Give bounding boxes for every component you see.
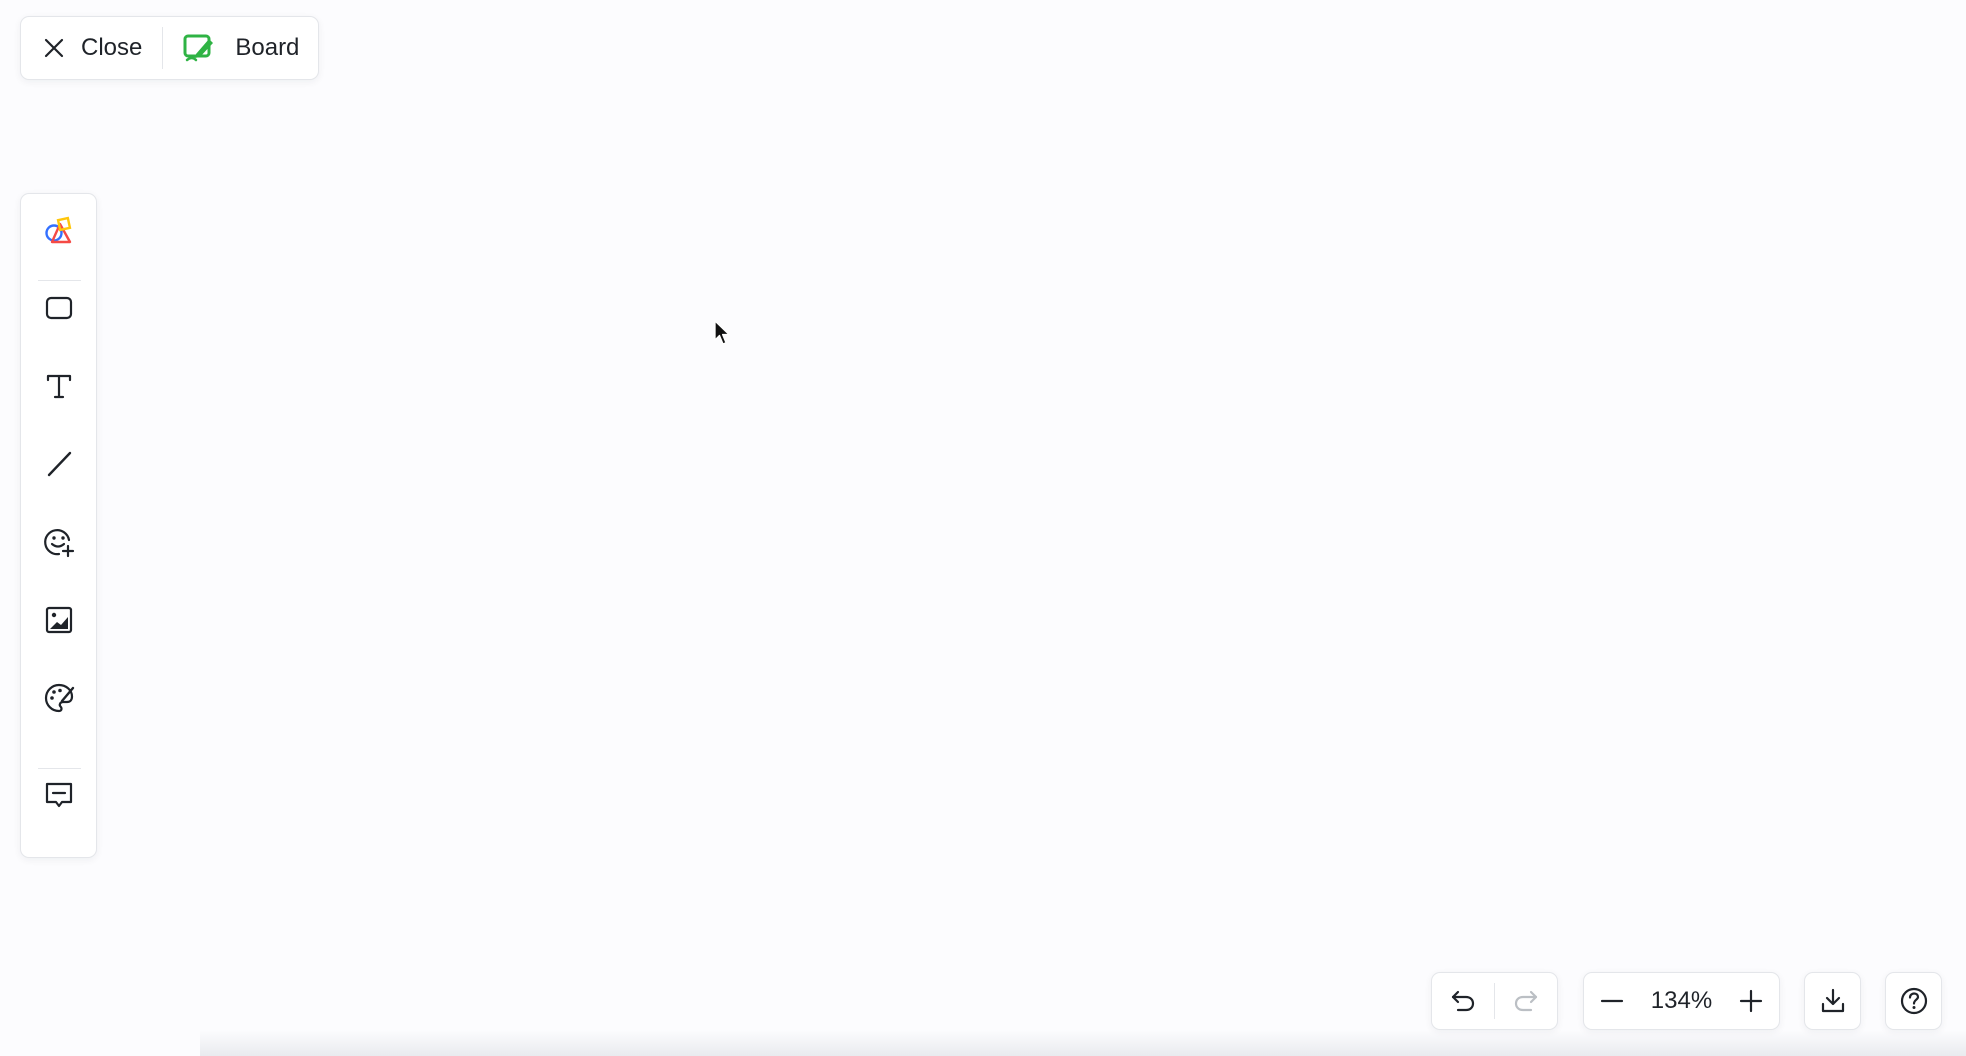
zoom-in-button[interactable] xyxy=(1729,979,1773,1023)
help-button[interactable] xyxy=(1892,979,1936,1023)
palette-icon xyxy=(44,683,75,713)
help-controls xyxy=(1885,972,1942,1030)
redo-button[interactable] xyxy=(1504,979,1548,1023)
text-icon xyxy=(46,374,72,399)
redo-icon xyxy=(1515,990,1538,1012)
rectangle-tool[interactable] xyxy=(37,286,81,330)
zoom-controls: 134% xyxy=(1583,972,1780,1030)
image-tool[interactable] xyxy=(37,598,81,642)
download-button[interactable] xyxy=(1811,979,1855,1023)
line-tool[interactable] xyxy=(37,442,81,486)
minus-icon xyxy=(1600,999,1624,1003)
undo-icon xyxy=(1451,990,1474,1012)
toolbar-divider xyxy=(38,280,81,281)
close-label: Close xyxy=(81,34,143,61)
help-icon xyxy=(1900,987,1927,1015)
shapes-tool[interactable] xyxy=(37,210,81,254)
toolbar-divider xyxy=(38,768,81,769)
whiteboard-canvas[interactable] xyxy=(0,0,1966,1056)
image-icon xyxy=(45,606,73,634)
board-button[interactable]: Board xyxy=(163,17,299,79)
plus-icon xyxy=(1739,989,1763,1013)
left-toolbar xyxy=(20,193,97,858)
title-bar: Close Board xyxy=(20,16,319,80)
history-divider xyxy=(1493,983,1495,1019)
line-icon xyxy=(47,451,72,477)
download-controls xyxy=(1804,972,1861,1030)
zoom-level[interactable]: 134% xyxy=(1651,987,1712,1015)
close-button[interactable]: Close xyxy=(21,17,162,79)
sticker-tool[interactable] xyxy=(37,520,81,564)
board-icon xyxy=(183,34,214,62)
shapes-icon xyxy=(45,216,72,244)
comment-tool[interactable] xyxy=(37,773,81,817)
history-controls xyxy=(1431,972,1558,1030)
comment-icon xyxy=(45,782,73,808)
zoom-out-button[interactable] xyxy=(1590,979,1634,1023)
bottom-edge-shadow xyxy=(200,1030,1966,1056)
close-icon xyxy=(44,38,64,58)
sticker-icon xyxy=(44,529,75,558)
mouse-cursor-icon xyxy=(714,320,730,345)
board-label: Board xyxy=(235,34,300,61)
rectangle-icon xyxy=(45,296,73,320)
palette-tool[interactable] xyxy=(37,676,81,720)
text-tool[interactable] xyxy=(37,364,81,408)
download-icon xyxy=(1821,988,1844,1013)
undo-button[interactable] xyxy=(1441,979,1485,1023)
